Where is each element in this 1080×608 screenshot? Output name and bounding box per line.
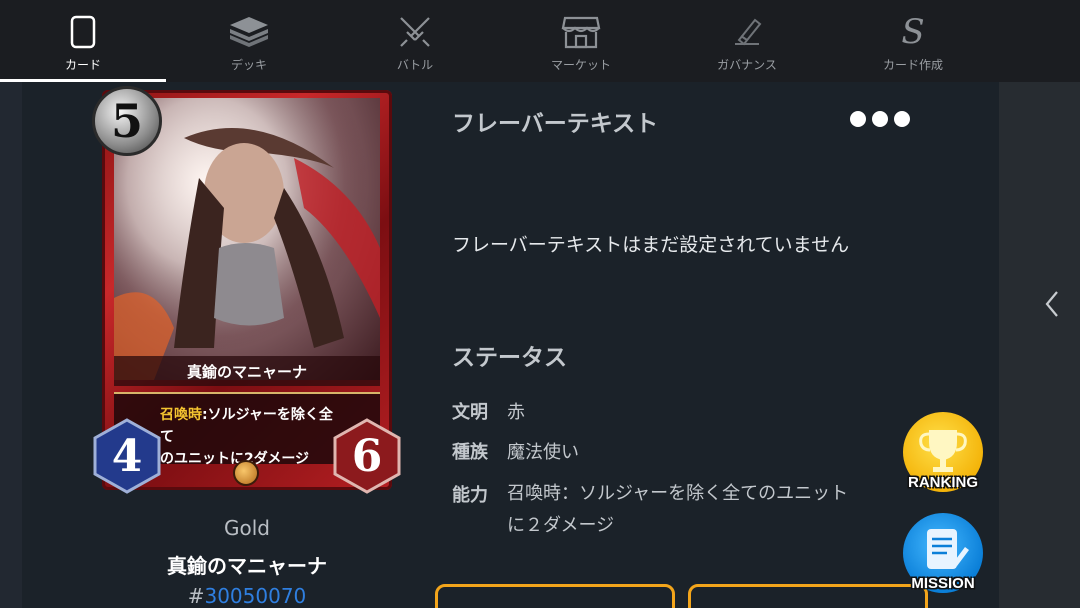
mission-label: MISSION — [911, 575, 975, 592]
card-id: #30050070 — [92, 584, 402, 608]
deck-icon — [227, 12, 271, 52]
card-art-keyword: 召喚時 — [160, 407, 202, 423]
ability-value: 召喚時：ソルジャーを除く全てのユニット に２ダメージ — [507, 478, 917, 542]
power-badge: 4 — [92, 418, 162, 494]
status-heading: ステータス — [452, 345, 567, 371]
status-row-race: 種族 魔法使い — [452, 438, 579, 464]
tab-card-create[interactable]: S カード作成 — [830, 0, 996, 82]
flavor-text: フレーバーテキストはまだ設定されていません — [452, 234, 850, 256]
status-row-civilization: 文明 赤 — [452, 398, 525, 424]
market-icon — [559, 12, 603, 52]
tab-governance[interactable]: ガバナンス — [664, 0, 830, 82]
action-button-left[interactable] — [435, 584, 675, 608]
card-image[interactable]: 真鍮のマニャーナ 召喚時:ソルジャーを除く全て のユニットに2ダメージ 5 4 … — [92, 86, 402, 496]
race-value: 魔法使い — [507, 442, 579, 463]
tab-card-label: カード — [64, 58, 101, 72]
mission-button[interactable]: MISSION — [901, 513, 985, 597]
power-value: 4 — [111, 430, 143, 482]
more-dot-icon — [872, 111, 888, 127]
cost-value: 5 — [110, 94, 143, 148]
status-row-ability: 能力 召喚時：ソルジャーを除く全てのユニット に２ダメージ — [452, 480, 922, 542]
tab-market-label: マーケット — [550, 58, 611, 72]
cost-badge: 5 — [92, 86, 162, 156]
more-options-button[interactable] — [850, 108, 912, 130]
tab-card[interactable]: カード — [0, 0, 166, 82]
civilization-value: 赤 — [507, 402, 525, 423]
ranking-label: RANKING — [908, 474, 978, 491]
top-navigation: カード デッキ バトル マーケット ガバナンス S カード作成 — [0, 0, 1080, 82]
card-id-link[interactable]: 30050070 — [204, 584, 306, 608]
governance-icon — [725, 12, 769, 52]
tab-battle[interactable]: バトル — [332, 0, 498, 82]
race-label: 種族 — [452, 442, 488, 463]
card-icon — [61, 12, 105, 52]
ability-label: 能力 — [452, 485, 488, 506]
action-button-right[interactable] — [688, 584, 928, 608]
tab-card-create-label: カード作成 — [882, 58, 943, 72]
tab-deck-label: デッキ — [230, 58, 267, 72]
card-title: 真鍮のマニャーナ — [167, 554, 327, 578]
card-gem-icon — [233, 460, 259, 486]
ability-value-line2: に２ダメージ — [507, 515, 615, 536]
toughness-value: 6 — [351, 430, 383, 482]
tab-market[interactable]: マーケット — [498, 0, 664, 82]
card-rarity: Gold — [224, 516, 270, 540]
more-dot-icon — [894, 111, 910, 127]
ability-value-line1: 召喚時：ソルジャーを除く全てのユニット — [507, 483, 849, 504]
more-dot-icon — [850, 111, 866, 127]
civilization-label: 文明 — [452, 402, 488, 423]
tab-deck[interactable]: デッキ — [166, 0, 332, 82]
toughness-badge: 6 — [332, 418, 402, 494]
tab-battle-label: バトル — [396, 58, 434, 72]
side-strip — [999, 82, 1080, 608]
chevron-left-icon[interactable] — [1040, 288, 1064, 320]
card-art-name: 真鍮のマニャーナ — [114, 356, 380, 386]
card-create-icon: S — [901, 12, 925, 52]
ranking-button[interactable]: RANKING — [901, 412, 985, 496]
tab-governance-label: ガバナンス — [717, 58, 777, 72]
card-id-prefix: # — [187, 584, 205, 608]
battle-icon — [393, 12, 437, 52]
flavor-text-heading: フレーバーテキスト — [452, 111, 659, 137]
